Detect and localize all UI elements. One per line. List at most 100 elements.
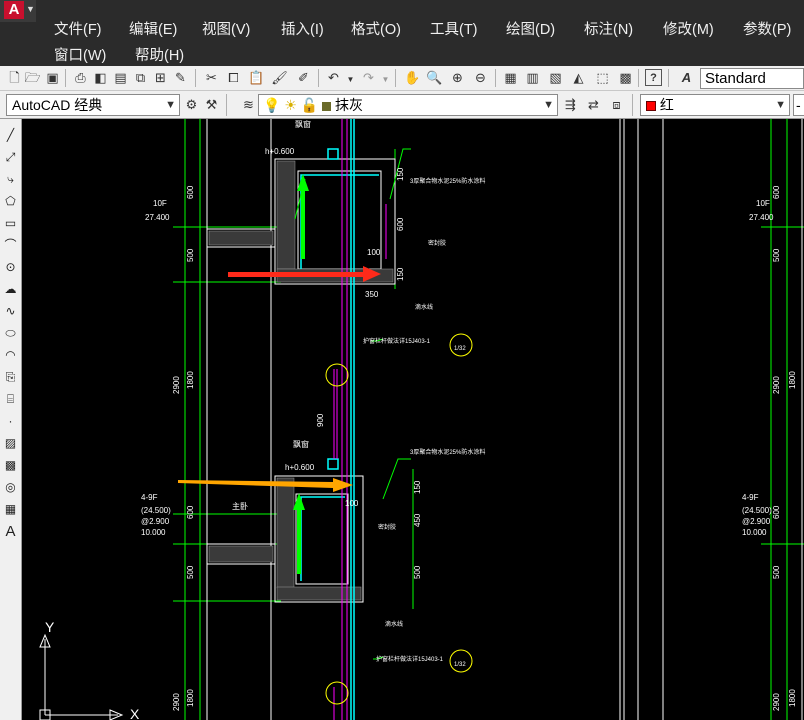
dim-600-r2: 600 xyxy=(772,505,781,519)
redo-icon[interactable]: ↷ xyxy=(360,69,377,86)
lock-icon: 🔓 xyxy=(300,97,319,113)
height-label-top: h+0.600 xyxy=(265,147,295,156)
line-icon[interactable]: ╱ xyxy=(2,127,19,144)
make-current-icon[interactable]: ⇶ xyxy=(562,96,579,113)
dim-2900-b: 2900 xyxy=(172,693,181,711)
detail-ref-2: 1/32 xyxy=(454,662,466,668)
ellipse-icon[interactable]: ⬭ xyxy=(2,325,19,342)
workspace-settings-icon[interactable]: ⚙ xyxy=(183,96,200,113)
linetype-combo[interactable]: - xyxy=(793,94,804,116)
block-editor-icon[interactable]: ✐ xyxy=(295,69,312,86)
print-icon[interactable]: ⎙ xyxy=(72,69,89,86)
print-preview-icon[interactable]: ◧ xyxy=(92,69,109,86)
undo-icon[interactable]: ↶ xyxy=(325,69,342,86)
elevation-right-mid-1: (24.500) xyxy=(742,506,772,515)
dim-1800-r2: 1800 xyxy=(788,689,797,707)
batch-icon[interactable]: ⊞ xyxy=(152,69,169,86)
chevron-down-icon: ▼ xyxy=(775,99,786,111)
menu-window[interactable]: 窗口(W) xyxy=(54,44,106,65)
point-icon[interactable]: · xyxy=(2,413,19,430)
new-icon[interactable]: 🗋 xyxy=(6,69,23,86)
spline-icon[interactable]: ∿ xyxy=(2,303,19,320)
table-icon[interactable]: ▦ xyxy=(2,501,19,518)
ellipse-arc-icon[interactable]: ◠ xyxy=(2,347,19,364)
make-block-icon[interactable]: ⌸ xyxy=(2,391,19,408)
menu-dimension[interactable]: 标注(N) xyxy=(584,18,633,39)
toolbar-separator xyxy=(318,69,319,87)
zoom-window-icon[interactable]: ⊕ xyxy=(449,69,466,86)
window-lines xyxy=(333,119,387,720)
note-waterproof: 3厚聚合物水泥25%防水涂料 xyxy=(410,177,485,185)
save-icon[interactable]: ▣ xyxy=(44,69,61,86)
quickcalc-icon[interactable]: ▩ xyxy=(617,69,634,86)
properties-toolbar: AutoCAD 经典 ▼ ⚙ ⚒ ≋ 💡 ☀ 🔓 抹灰 ▼ ⇶ ⇄ ⧈ 红 ▼ … xyxy=(0,91,804,119)
menu-help[interactable]: 帮助(H) xyxy=(135,44,184,65)
menu-insert[interactable]: 插入(I) xyxy=(281,18,324,39)
circle-icon[interactable]: ⊙ xyxy=(2,259,19,276)
menu-file[interactable]: 文件(F) xyxy=(54,18,102,39)
rectangle-icon[interactable]: ▭ xyxy=(2,215,19,232)
menu-format[interactable]: 格式(O) xyxy=(351,18,401,39)
color-combo[interactable]: 红 ▼ xyxy=(640,94,790,116)
construction-line-icon[interactable]: ⤢ xyxy=(2,149,19,166)
application-menu-button[interactable]: A ▼ xyxy=(0,0,36,22)
dim-1800-b: 1800 xyxy=(186,689,195,707)
dim-150-c: 150 xyxy=(413,480,422,494)
lightbulb-icon: 💡 xyxy=(263,97,281,113)
menu-parametric[interactable]: 参数(P) xyxy=(743,18,791,39)
3d-print-icon[interactable]: ⧉ xyxy=(132,69,149,86)
floor-label-top: 10F xyxy=(153,199,167,208)
room-label-top: 飘窗 xyxy=(295,119,311,129)
mtext-icon[interactable]: A xyxy=(2,523,19,540)
menu-view[interactable]: 视图(V) xyxy=(202,18,250,39)
arc-icon[interactable]: ⌒ xyxy=(2,237,19,254)
workspace-combo[interactable]: AutoCAD 经典 ▼ xyxy=(6,94,180,116)
tool-palettes-icon[interactable]: ▧ xyxy=(547,69,564,86)
chevron-down-icon[interactable]: ▼ xyxy=(342,71,359,88)
customize-icon[interactable]: ⚒ xyxy=(203,96,220,113)
zoom-previous-icon[interactable]: ⊖ xyxy=(472,69,489,86)
toolbar-separator xyxy=(495,69,496,87)
markup-icon[interactable]: ⬚ xyxy=(594,69,611,86)
sheet-set-icon[interactable]: ◭ xyxy=(570,69,587,86)
polyline-icon[interactable]: ⤷ xyxy=(2,171,19,188)
design-center-icon[interactable]: ▥ xyxy=(524,69,541,86)
dim-500-r2: 500 xyxy=(772,565,781,579)
dim-2900-a: 2900 xyxy=(172,376,181,394)
region-icon[interactable]: ◎ xyxy=(2,479,19,496)
layer-manager-icon[interactable]: ≋ xyxy=(240,96,257,113)
chevron-down-icon: ▼ xyxy=(165,99,176,111)
menu-modify[interactable]: 修改(M) xyxy=(663,18,714,39)
menu-draw[interactable]: 绘图(D) xyxy=(506,18,555,39)
publish-icon[interactable]: ▤ xyxy=(112,69,129,86)
paste-icon[interactable]: 📋 xyxy=(248,69,265,86)
dim-500-b: 500 xyxy=(186,565,195,579)
chevron-down-icon[interactable]: ▼ xyxy=(377,71,394,88)
menu-tools[interactable]: 工具(T) xyxy=(430,18,478,39)
zoom-realtime-icon[interactable]: 🔍 xyxy=(426,69,443,86)
text-style-icon[interactable]: A xyxy=(678,69,695,86)
revcloud-icon[interactable]: ☁ xyxy=(2,281,19,298)
open-icon[interactable]: 🗁 xyxy=(24,69,41,86)
match-properties-icon[interactable]: 🖌 xyxy=(271,69,288,86)
insert-block-icon[interactable]: ⎘ xyxy=(2,369,19,386)
layer-combo[interactable]: 💡 ☀ 🔓 抹灰 ▼ xyxy=(258,94,558,116)
polygon-icon[interactable]: ⬠ xyxy=(2,193,19,210)
help-icon[interactable]: ? xyxy=(645,69,662,86)
cut-icon[interactable]: ✂ xyxy=(203,69,220,86)
text-style-combo[interactable]: Standard xyxy=(700,68,804,89)
layer-state-icon[interactable]: ⧈ xyxy=(608,96,625,113)
layer-value: 抹灰 xyxy=(335,97,363,113)
gradient-icon[interactable]: ▩ xyxy=(2,457,19,474)
toolbar-separator xyxy=(632,94,633,116)
drawing-canvas[interactable]: 飘窗 h+0.600 10F 27.400 3厚聚合物水泥25%防水涂料 密封胶… xyxy=(23,119,804,720)
dim-150-b: 150 xyxy=(396,267,405,281)
dim-600-c: 600 xyxy=(396,217,405,231)
hatch-icon[interactable]: ▨ xyxy=(2,435,19,452)
pan-icon[interactable]: ✋ xyxy=(404,69,421,86)
layer-previous-icon[interactable]: ⇄ xyxy=(585,96,602,113)
copy-icon[interactable]: ⧠ xyxy=(225,69,242,86)
properties-icon[interactable]: ▦ xyxy=(502,69,519,86)
etransmit-icon[interactable]: ✎ xyxy=(172,69,189,86)
menu-edit[interactable]: 编辑(E) xyxy=(129,18,177,39)
